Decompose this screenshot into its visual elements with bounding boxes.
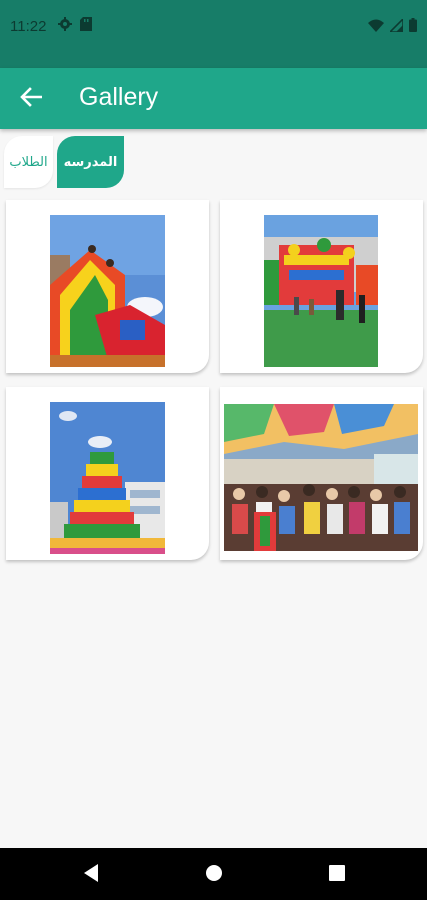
gallery-image-bouncy-castle — [264, 215, 378, 367]
battery-icon — [409, 18, 417, 37]
tab-school[interactable]: المدرسه — [57, 136, 124, 188]
gallery-item[interactable] — [220, 200, 423, 373]
arrow-back-icon — [20, 86, 43, 112]
status-bar: 11:22 — [0, 0, 427, 68]
category-tabs: الطلاب المدرسه — [4, 136, 124, 188]
recents-square-icon — [329, 864, 345, 886]
nav-recents-button[interactable] — [325, 863, 349, 887]
gallery-image-inflatable-slide — [50, 215, 165, 367]
tab-school-label: المدرسه — [63, 154, 118, 170]
wifi-icon — [368, 19, 384, 37]
signal-icon — [388, 16, 404, 37]
system-nav-bar — [0, 848, 427, 900]
back-button[interactable] — [16, 84, 46, 114]
page-title: Gallery — [79, 83, 159, 111]
gallery-image-inflatable-tower — [50, 402, 165, 554]
back-triangle-icon — [82, 863, 100, 888]
nav-back-button[interactable] — [79, 863, 103, 887]
gallery-item[interactable] — [220, 387, 423, 560]
settings-icon — [58, 17, 72, 36]
home-circle-icon — [205, 864, 223, 887]
tab-students-label: الطلاب — [9, 154, 48, 170]
app-bar: Gallery — [0, 68, 427, 129]
status-time: 11:22 — [10, 18, 47, 35]
sd-card-icon — [80, 17, 92, 36]
gallery-image-crowd-canopy — [224, 404, 418, 551]
gallery-item[interactable] — [6, 387, 209, 560]
nav-home-button[interactable] — [202, 863, 226, 887]
tab-students[interactable]: الطلاب — [4, 136, 53, 188]
gallery-item[interactable] — [6, 200, 209, 373]
